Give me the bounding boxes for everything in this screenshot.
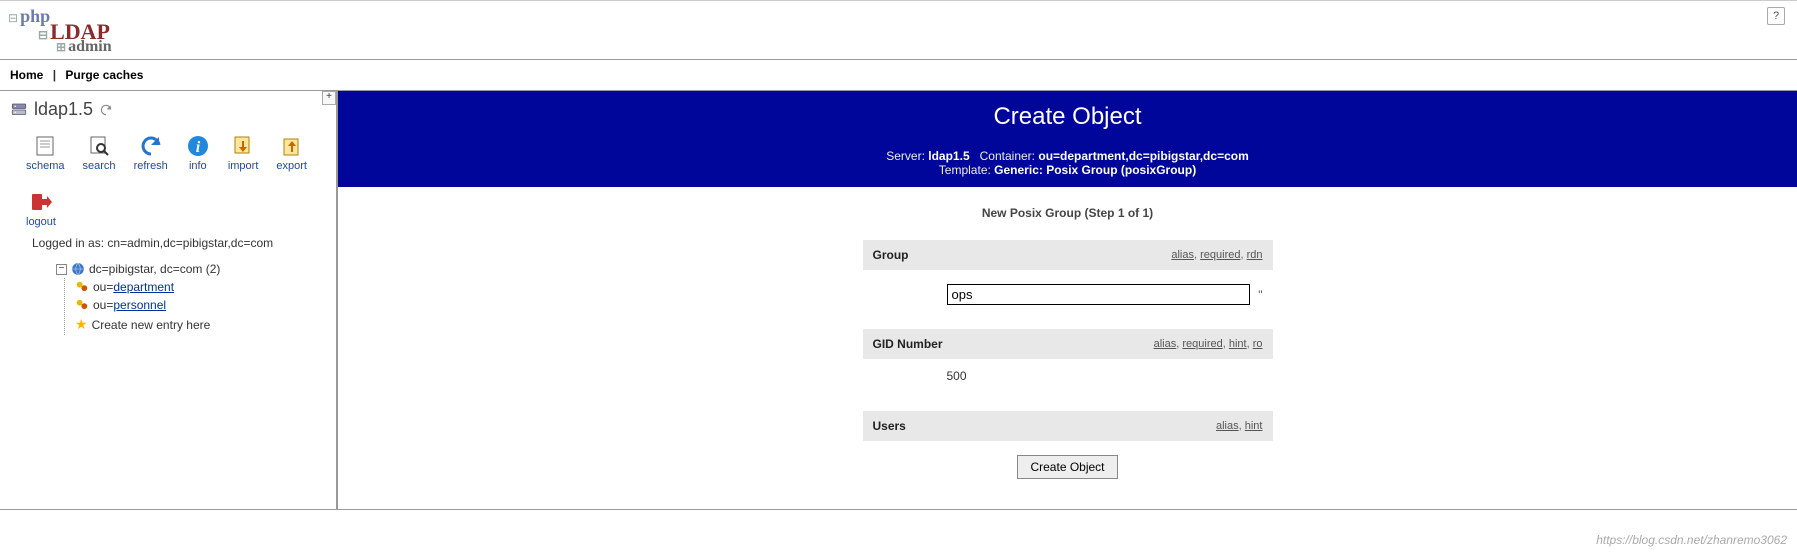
expand-sidebar-icon[interactable]: + <box>322 91 336 105</box>
ldap-tree: − dc=pibigstar, dc=com (2) ou=department… <box>10 260 330 335</box>
globe-icon <box>71 262 85 276</box>
tree-root-label: dc=pibigstar, dc=com (2) <box>89 262 220 276</box>
create-entry-link[interactable]: Create new entry here <box>92 318 211 332</box>
star-icon: ★ <box>75 316 88 333</box>
schema-icon <box>33 134 57 158</box>
tree-root[interactable]: − dc=pibigstar, dc=com (2) <box>56 260 330 278</box>
content-area: Create Object Server: ldap1.5 Container:… <box>338 91 1797 509</box>
quote-icon: " <box>1258 288 1262 302</box>
server-title: ldap1.5 <box>10 99 330 120</box>
tool-logout[interactable]: logout <box>26 190 56 228</box>
tree-node-personnel[interactable]: ou=personnel <box>75 296 330 314</box>
export-icon <box>280 134 304 158</box>
collapse-icon[interactable]: − <box>56 264 67 275</box>
field-tags-group: alias, required, rdn <box>1171 249 1262 261</box>
help-icon[interactable]: ? <box>1767 7 1785 25</box>
context-info: Server: ldap1.5 Container: ou=department… <box>338 143 1797 188</box>
header-bar: ⊟php ⊟LDAP ⊞admin ? <box>0 1 1797 60</box>
tool-info[interactable]: i info <box>186 134 210 172</box>
tool-import[interactable]: import <box>228 134 259 172</box>
step-heading: New Posix Group (Step 1 of 1) <box>338 188 1797 240</box>
form: Group alias, required, rdn " GID Number … <box>863 240 1273 441</box>
field-label-gid: GID Number <box>873 337 943 351</box>
nav-purge-link[interactable]: Purge caches <box>65 68 143 82</box>
field-tags-gid: alias, required, hint, ro <box>1154 338 1263 350</box>
tool-search[interactable]: search <box>83 134 116 172</box>
field-label-group: Group <box>873 248 909 262</box>
svg-text:i: i <box>196 139 201 156</box>
import-icon <box>231 134 255 158</box>
sidebar-toolbar: schema search refresh i info import expo… <box>10 128 330 232</box>
server-icon <box>10 101 28 119</box>
tree-link-department[interactable]: department <box>113 280 174 294</box>
info-icon: i <box>186 134 210 158</box>
app-logo: ⊟php ⊟LDAP ⊞admin <box>8 7 112 55</box>
field-tags-users: alias, hint <box>1216 420 1263 432</box>
nav-separator: | <box>47 68 62 82</box>
tree-link-personnel[interactable]: personnel <box>113 298 166 312</box>
ou-icon <box>75 280 89 294</box>
field-body-gid: 500 <box>863 359 1273 411</box>
gid-value: 500 <box>947 369 967 383</box>
tool-refresh[interactable]: refresh <box>134 134 168 172</box>
field-header-users: Users alias, hint <box>863 411 1273 441</box>
tool-schema[interactable]: schema <box>26 134 65 172</box>
group-input[interactable] <box>947 284 1251 305</box>
field-header-gid: GID Number alias, required, hint, ro <box>863 329 1273 359</box>
create-object-button[interactable]: Create Object <box>1017 455 1117 479</box>
top-nav: Home | Purge caches <box>0 60 1797 91</box>
page-title: Create Object <box>338 91 1797 143</box>
ou-icon <box>75 298 89 312</box>
logged-in-text: Logged in as: cn=admin,dc=pibigstar,dc=c… <box>10 232 330 260</box>
field-body-group: " <box>863 270 1273 329</box>
tree-create-entry[interactable]: ★ Create new entry here <box>75 314 330 335</box>
search-icon <box>87 134 111 158</box>
watermark: https://blog.csdn.net/zhanremo3062 <box>1596 533 1787 547</box>
refresh-icon <box>139 134 163 158</box>
refresh-small-icon[interactable] <box>99 103 113 117</box>
field-label-users: Users <box>873 419 906 433</box>
tool-export[interactable]: export <box>276 134 307 172</box>
field-header-group: Group alias, required, rdn <box>863 240 1273 270</box>
server-name: ldap1.5 <box>34 99 93 120</box>
sidebar: + ldap1.5 schema search refresh i info <box>0 91 338 509</box>
tree-node-department[interactable]: ou=department <box>75 278 330 296</box>
nav-home-link[interactable]: Home <box>10 68 43 82</box>
logout-icon <box>29 190 53 214</box>
